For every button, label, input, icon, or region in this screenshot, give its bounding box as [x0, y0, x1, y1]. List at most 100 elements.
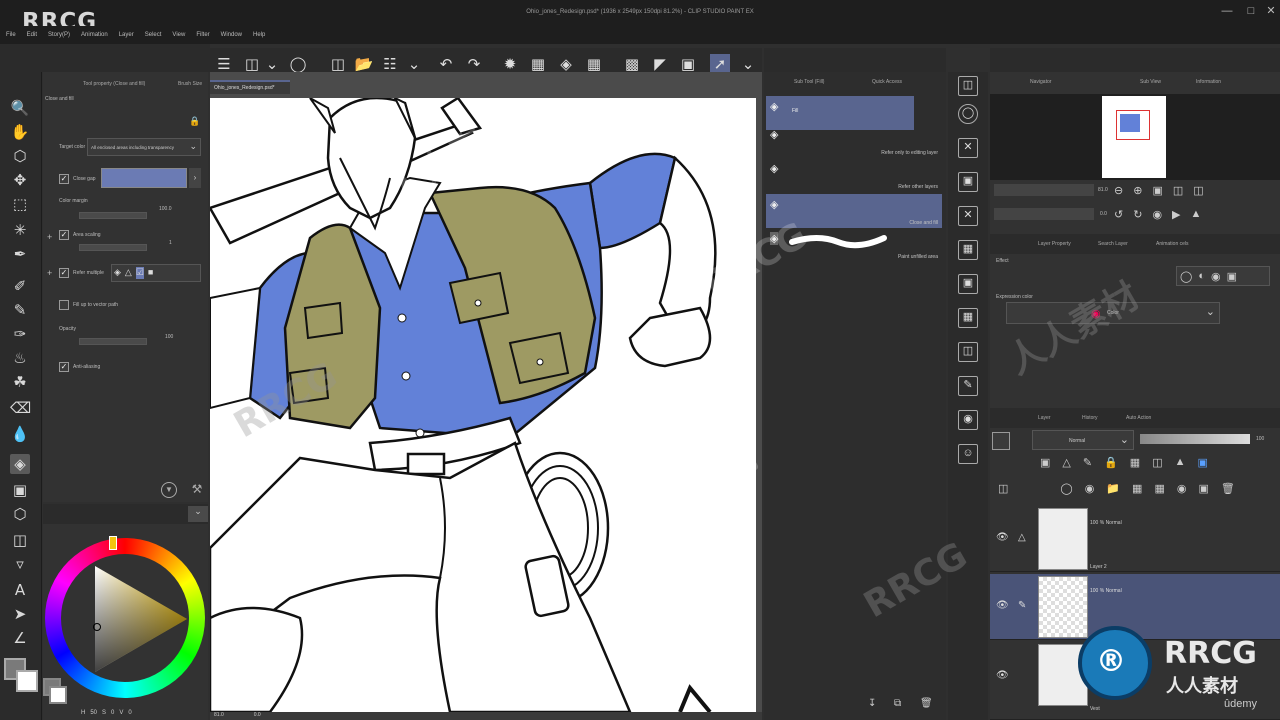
- figure-icon[interactable]: ⬡: [10, 504, 30, 524]
- material-icon[interactable]: ◫: [958, 76, 978, 96]
- area-scaling-slider[interactable]: [79, 244, 147, 251]
- close-icon[interactable]: ✕: [1264, 4, 1278, 18]
- tab-brush-size[interactable]: Brush Size: [178, 76, 202, 92]
- border-effect-icon[interactable]: ◯: [1180, 270, 1192, 283]
- drawing-canvas[interactable]: [210, 98, 756, 712]
- sub-color-swatch[interactable]: [16, 670, 38, 692]
- canvas-tab[interactable]: Ohio_jones_Redesign.psd*: [210, 80, 290, 94]
- duplicate-icon[interactable]: ⧉: [894, 698, 908, 712]
- fill-selection-icon[interactable]: ▣: [678, 54, 698, 74]
- edit-icon[interactable]: ✎: [958, 376, 978, 396]
- subtool-paint-unfilled[interactable]: ◈ Paint unfilled area: [766, 228, 942, 262]
- tab-layer-property[interactable]: Layer Property: [1038, 236, 1071, 252]
- search-icon[interactable]: ◯: [958, 104, 978, 124]
- close-panel-icon[interactable]: ✕: [958, 206, 978, 226]
- clear-icon[interactable]: ▩: [622, 54, 642, 74]
- menu-window[interactable]: Window: [221, 32, 242, 38]
- selection-icon[interactable]: ⬚: [10, 194, 30, 214]
- transform-icon[interactable]: ▦: [528, 54, 548, 74]
- blend-icon[interactable]: 💧: [10, 424, 30, 444]
- menu-select[interactable]: Select: [145, 32, 162, 38]
- flip-v-icon[interactable]: ▲: [1191, 208, 1202, 221]
- menu-layer[interactable]: Layer: [119, 32, 134, 38]
- decoration-icon[interactable]: ☘: [10, 372, 30, 392]
- mask-enable-icon[interactable]: ◫: [1152, 456, 1162, 469]
- tab-auto-action[interactable]: Auto Action: [1126, 410, 1151, 426]
- layer-color-icon[interactable]: ▣: [1198, 456, 1208, 469]
- crop-icon[interactable]: ▦: [584, 54, 604, 74]
- wrench-icon[interactable]: ⚒: [189, 482, 205, 498]
- color-margin-slider[interactable]: [79, 212, 147, 219]
- eraser-icon[interactable]: ⌫: [10, 398, 31, 418]
- tab-navigator[interactable]: Navigator: [1030, 74, 1051, 90]
- tab-information[interactable]: Information: [1196, 74, 1221, 90]
- tab-tool-property[interactable]: Tool property (Close and fill): [83, 76, 145, 92]
- menu-animation[interactable]: Animation: [81, 32, 108, 38]
- visibility-eye-icon[interactable]: 👁: [996, 600, 1009, 611]
- 3d-icon[interactable]: ⬡: [10, 146, 30, 166]
- tab-layer[interactable]: Layer: [1038, 410, 1051, 426]
- new-vector-icon[interactable]: ◉: [1085, 482, 1095, 495]
- flip-h-icon[interactable]: ▶: [1172, 208, 1180, 221]
- new-raster-icon[interactable]: ◯: [1060, 482, 1072, 495]
- frame-icon[interactable]: ◫: [10, 530, 30, 550]
- ruler-icon[interactable]: ▲: [1175, 456, 1186, 469]
- actual-size-icon[interactable]: ◫: [1173, 184, 1183, 197]
- ruler-icon[interactable]: ▿: [10, 554, 30, 574]
- open-folder-icon[interactable]: 📂: [354, 54, 374, 74]
- navigator-view[interactable]: [990, 94, 1280, 180]
- merge-icon[interactable]: ▦: [1154, 482, 1164, 495]
- pattern-icon[interactable]: ▦: [958, 308, 978, 328]
- sub-color[interactable]: [49, 686, 67, 704]
- subtool-refer-other[interactable]: ◈ Refer other layers: [766, 158, 942, 192]
- redo-icon[interactable]: ↷: [464, 54, 484, 74]
- layer-color-swatch[interactable]: [992, 432, 1010, 450]
- close-gap-checkbox[interactable]: ✓: [59, 174, 69, 184]
- rotate-right-icon[interactable]: ↻: [1133, 208, 1142, 221]
- correct-line-icon[interactable]: ∠: [10, 628, 30, 648]
- layer-color-icon[interactable]: ◉: [1211, 270, 1221, 283]
- fill-bucket-icon[interactable]: ◈: [556, 54, 576, 74]
- fill-vector-checkbox[interactable]: [59, 300, 69, 310]
- fit-icon[interactable]: ▣: [1152, 184, 1162, 197]
- chevron-down-icon[interactable]: ⌄: [262, 54, 282, 74]
- lock-icon[interactable]: 🔒: [189, 116, 200, 127]
- fill-icon[interactable]: ◈: [10, 454, 30, 474]
- tab-quick-access[interactable]: Quick Access: [872, 74, 902, 90]
- snap-icon[interactable]: ➚: [710, 54, 730, 74]
- selection-layer-icon[interactable]: △: [125, 267, 132, 279]
- chevron-down-icon[interactable]: ⌄: [738, 54, 758, 74]
- chevron-down-icon[interactable]: ⌄: [404, 54, 424, 74]
- tone-icon[interactable]: ◐: [1198, 270, 1205, 282]
- area-scaling-checkbox[interactable]: ✓: [59, 230, 69, 240]
- download-icon[interactable]: ↧: [868, 698, 882, 712]
- zoom-in-icon[interactable]: ⊕: [1133, 184, 1142, 197]
- layer-row-selected[interactable]: 👁 ✎ 100 % Normal: [990, 574, 1280, 640]
- plus-icon[interactable]: +: [47, 268, 52, 278]
- trash-icon[interactable]: 🗑: [920, 698, 934, 712]
- chevron-right-icon[interactable]: ›: [189, 168, 201, 188]
- transfer-icon[interactable]: ▦: [1132, 482, 1142, 495]
- airbrush-icon[interactable]: ♨: [10, 348, 30, 368]
- maximize-icon[interactable]: □: [1244, 4, 1258, 18]
- reference-icon[interactable]: △: [1062, 456, 1070, 469]
- new-folder-icon[interactable]: 📁: [1106, 482, 1120, 495]
- opacity-slider[interactable]: [79, 338, 147, 345]
- image-icon[interactable]: ▣: [958, 274, 978, 294]
- clear-outside-icon[interactable]: ◤: [650, 54, 670, 74]
- new-file-icon[interactable]: ◫: [328, 54, 348, 74]
- subtool-close-and-fill[interactable]: ◈ Close and fill: [766, 194, 942, 228]
- chevron-down-icon[interactable]: ⌄: [188, 506, 208, 522]
- delete-layer-icon[interactable]: 🗑: [1221, 482, 1235, 495]
- clip-icon[interactable]: ▣: [1040, 456, 1050, 469]
- layer-opacity-slider[interactable]: [1140, 434, 1250, 444]
- expression-color-dropdown[interactable]: ◉ Color ⌄: [1006, 302, 1220, 324]
- zoom-slider[interactable]: [994, 184, 1094, 196]
- hand-icon[interactable]: ✋: [10, 122, 30, 142]
- save-panel-icon[interactable]: ▣: [958, 172, 978, 192]
- angle-slider[interactable]: [994, 208, 1094, 220]
- gradient-icon[interactable]: ▣: [10, 480, 30, 500]
- tab-animation-cels[interactable]: Animation cels: [1156, 236, 1189, 252]
- close-gap-selector[interactable]: [101, 168, 187, 188]
- menu-file[interactable]: File: [6, 32, 16, 38]
